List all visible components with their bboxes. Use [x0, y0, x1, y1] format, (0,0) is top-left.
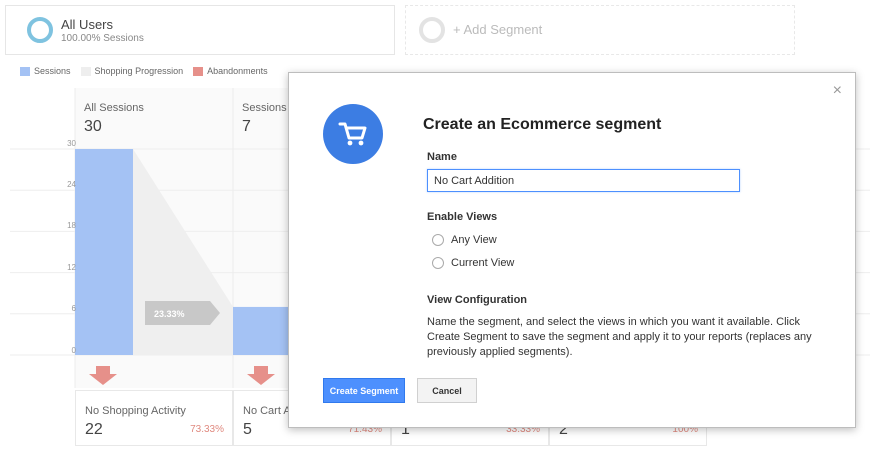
- create-segment-dialog: × Create an Ecommerce segment Name Enabl…: [288, 72, 856, 428]
- progression-pct-label: 23.33%: [154, 309, 185, 319]
- y-tick-label: 24: [67, 180, 76, 189]
- radio-button[interactable]: [432, 257, 444, 269]
- y-tick-label: 18: [67, 221, 76, 230]
- view-configuration-label: View Configuration: [427, 294, 528, 306]
- column-label: All Sessions: [84, 102, 144, 114]
- y-tick-label: 30: [67, 139, 76, 148]
- legend-item-sessions: Sessions: [20, 66, 71, 76]
- legend-item-shopping-progression: Shopping Progression: [80, 66, 184, 76]
- segment-name-input[interactable]: [427, 169, 740, 192]
- abandonment-value: 5: [243, 421, 252, 438]
- legend-swatch: [80, 66, 91, 76]
- radio-label: Current View: [451, 257, 515, 269]
- legend-label: Sessions: [34, 66, 71, 76]
- column-label: Sessions: [242, 102, 287, 114]
- segment-subtitle: 100.00% Sessions: [61, 33, 144, 44]
- legend-swatch: [193, 66, 204, 76]
- legend-item-abandonments: Abandonments: [193, 66, 268, 76]
- legend-swatch: [20, 66, 30, 76]
- segment-card-all-users[interactable]: All Users 100.00% Sessions: [5, 5, 395, 55]
- name-label: Name: [427, 151, 457, 163]
- column-value: 7: [242, 118, 251, 135]
- radio-label: Any View: [451, 234, 497, 246]
- y-tick-label: 12: [67, 263, 76, 272]
- radio-any-view[interactable]: Any View: [432, 234, 497, 246]
- abandonment-value: 22: [85, 421, 103, 438]
- add-segment-label[interactable]: + Add Segment: [453, 22, 542, 37]
- radio-button[interactable]: [432, 234, 444, 246]
- dialog-title: Create an Ecommerce segment: [423, 116, 662, 133]
- add-segment-card[interactable]: + Add Segment: [405, 5, 795, 55]
- enable-views-label: Enable Views: [427, 211, 498, 223]
- add-segment-ring-icon: [419, 17, 445, 43]
- abandonment-label: No Shopping Activity: [85, 405, 186, 417]
- abandonment-pct: 73.33%: [190, 424, 224, 435]
- radio-current-view[interactable]: Current View: [432, 257, 514, 269]
- abandonment-label: No Cart A: [243, 405, 291, 417]
- session-bar: [233, 306, 291, 355]
- segment-title: All Users: [61, 17, 114, 32]
- cancel-button[interactable]: Cancel: [417, 378, 477, 403]
- y-tick-label: 0: [71, 346, 76, 355]
- session-bar: [75, 149, 133, 355]
- legend-label: Shopping Progression: [94, 66, 184, 76]
- column-value: 30: [84, 118, 102, 135]
- chart-legend: Sessions Shopping Progression Abandonmen…: [20, 66, 268, 76]
- view-configuration-text: Name the segment, and select the views i…: [427, 316, 812, 358]
- legend-label: Abandonments: [207, 66, 268, 76]
- create-segment-button[interactable]: Create Segment: [323, 378, 405, 403]
- abandonment-card[interactable]: No Shopping Activity 22 73.33%: [75, 390, 233, 446]
- close-icon[interactable]: ×: [833, 83, 842, 99]
- y-tick-label: 6: [71, 304, 76, 313]
- segment-ring-icon: [27, 17, 53, 43]
- cart-icon: [323, 104, 383, 164]
